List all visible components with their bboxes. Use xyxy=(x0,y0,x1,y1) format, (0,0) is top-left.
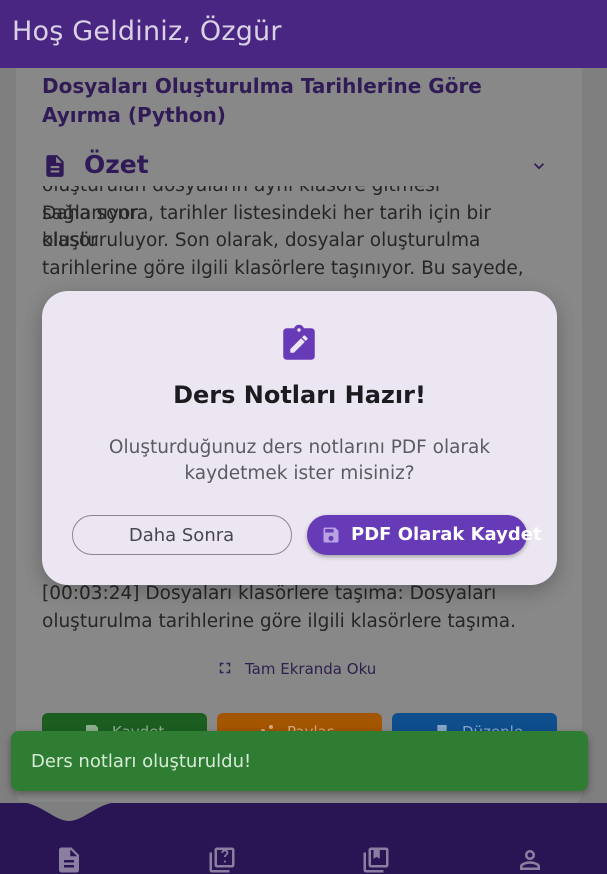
dialog-title: Ders Notları Hazır! xyxy=(173,381,426,409)
nav-quiz-tab[interactable] xyxy=(207,845,237,874)
summary-line: oluşturuluyor. Son olarak, dosyalar oluş… xyxy=(42,230,481,251)
bottom-navigation xyxy=(0,802,607,874)
nav-library-tab[interactable] xyxy=(361,845,391,874)
nav-notes-tab[interactable] xyxy=(54,845,84,874)
profile-icon xyxy=(520,850,540,870)
fullscreen-label: Tam Ekranda Oku xyxy=(245,660,377,678)
note-title: Dosyaları Oluşturulma Tarihlerine Göre A… xyxy=(42,74,482,127)
save-icon xyxy=(323,527,339,543)
summary-line: tarihlerine göre ilgili klasörlere taşın… xyxy=(42,257,524,279)
library-icon xyxy=(363,847,389,873)
summary-section-label: Özet xyxy=(84,150,149,179)
assignment-edit-icon xyxy=(283,324,315,360)
summary-section-header[interactable]: Özet xyxy=(42,148,562,184)
document-icon xyxy=(46,155,64,177)
snackbar: Ders notları oluşturuldu! xyxy=(11,731,588,791)
snackbar-message: Ders notları oluşturuldu! xyxy=(31,751,252,772)
summary-text: oluşturulan dosyaların aynı klasöre gitm… xyxy=(42,186,542,294)
save-as-pdf-label: PDF Olarak Kaydet xyxy=(351,524,542,545)
welcome-title: Hoş Geldiniz, Özgür xyxy=(12,16,282,47)
later-button-label: Daha Sonra xyxy=(128,525,235,546)
dialog-message: Oluşturduğunuz ders notlarını PDF olarak… xyxy=(108,437,491,484)
app-header: Hoş Geldiniz, Özgür xyxy=(0,0,607,68)
quiz-icon xyxy=(209,847,235,873)
notes-icon xyxy=(59,847,79,873)
save-pdf-dialog: Ders Notları Hazır! Oluşturduğunuz ders … xyxy=(42,291,557,585)
save-as-pdf-button[interactable]: PDF Olarak Kaydet xyxy=(307,515,542,555)
fullscreen-icon xyxy=(219,662,231,674)
nav-profile-tab[interactable] xyxy=(515,845,545,874)
active-tab-indicator xyxy=(18,802,120,821)
chevron-down-icon[interactable] xyxy=(529,156,549,176)
transcript-entry: [00:03:24] Dosyaları klasörlere taşıma: … xyxy=(42,583,517,632)
later-button[interactable]: Daha Sonra xyxy=(72,515,292,555)
